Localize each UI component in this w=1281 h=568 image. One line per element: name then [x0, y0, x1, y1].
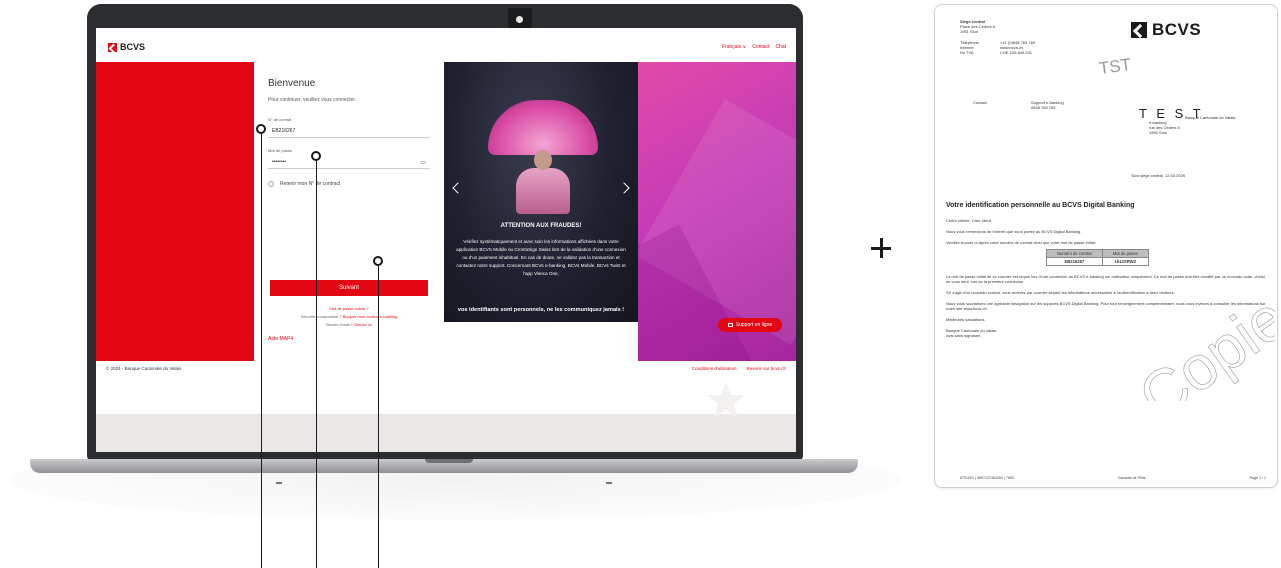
eye-icon[interactable] — [420, 161, 426, 164]
next-button[interactable]: Suivant — [270, 280, 428, 296]
password-value: •••••••• — [272, 159, 287, 165]
footer-links: Conditions d'utilisation Revenir sur bcv… — [692, 366, 786, 371]
letter-title: Votre identification personnelle au BCVS… — [946, 202, 1135, 209]
carousel-prev-icon[interactable] — [452, 182, 464, 194]
remember-label: Retenir mon N° de contract — [280, 181, 341, 187]
logo-text: BCVS — [120, 42, 146, 52]
callout-marker-submit — [373, 256, 383, 266]
camera-icon — [516, 16, 523, 23]
page-lower-band — [96, 414, 796, 452]
greeting: Chère cliente, Cher client, — [946, 218, 993, 223]
laptop-screen: BCVS Français ∨ Contact Chat Bienvenue P… — [96, 28, 796, 452]
letter-contact: Contact Support e-banking 0848 765 765 — [973, 100, 1111, 110]
back-to-site-link[interactable]: Revenir sur bcvs.ch — [746, 366, 786, 371]
block-contract-link[interactable]: Bloquer mon contrat e-banking — [343, 314, 398, 319]
carousel-next-icon[interactable] — [618, 182, 630, 194]
plus-icon — [871, 238, 891, 258]
login-form: Bienvenue Pour continuer, veuillez vous … — [254, 62, 444, 327]
login-title: Bienvenue — [268, 78, 316, 89]
letter-footer: 8701001 | 8897107484290 | 7850 Garantie … — [960, 476, 1266, 480]
contact-value: Support e-banking 0848 765 765 — [1031, 100, 1064, 110]
copie-watermark-text: Copie — [1127, 283, 1275, 401]
callout-line-contract — [261, 131, 262, 568]
promo-line-3: Concernant BCVs e-banking, BCVs Mobile, … — [506, 263, 626, 276]
bcvs-logo[interactable]: BCVS — [108, 42, 145, 52]
letter-sender: Siège central Place des Cèdres 8 1951 Si… — [960, 19, 995, 34]
promo-title: ATTENTION AUX FRAUDES! — [500, 223, 582, 229]
letter-date: Sion siège central, 12.03.2026 — [1131, 173, 1186, 178]
laptop-foot — [276, 482, 282, 484]
security-row: Sécurité compromise ? Bloquer mon contra… — [254, 313, 444, 321]
site-header: BCVS Français ∨ Contact Chat — [96, 28, 796, 62]
terms-link[interactable]: Conditions d'utilisation — [692, 366, 737, 371]
support-online-button[interactable]: Support en ligne — [718, 318, 782, 332]
letter-logo: BCVS — [1131, 20, 1201, 40]
recipient-address: Banque Cantonale du Valais — [1185, 115, 1235, 120]
support-label: Support en ligne — [735, 322, 773, 328]
language-selector[interactable]: Français ∨ — [722, 44, 746, 50]
laptop-notch — [425, 459, 473, 463]
security-prefix: Sécurité compromise ? — [300, 314, 342, 319]
contact-label: Contact — [973, 100, 987, 105]
laptop-base — [30, 459, 858, 473]
bcvs-logo-icon — [1131, 22, 1147, 38]
recipient-address-rest: e-banking rue des Cèdres 8 1950 Sion — [1149, 120, 1180, 135]
contact-value: CHE-105.845.241 — [1000, 50, 1033, 55]
help-bar-label: Aide MAP4 — [268, 336, 294, 342]
camera-notch — [508, 8, 532, 30]
remember-checkbox[interactable] — [268, 181, 274, 187]
umbrella-image — [488, 100, 598, 155]
contact-key: No TVA — [960, 50, 974, 55]
password-input[interactable]: •••••••• — [268, 157, 430, 169]
callout-marker-contract — [256, 124, 266, 134]
chat-link[interactable]: Chat — [775, 44, 786, 50]
letter-logo-text: BCVS — [1152, 20, 1202, 39]
woman-head — [534, 150, 552, 170]
paragraph: Nous vous remercions de l'intérêt que vo… — [946, 229, 1082, 234]
forgot-password-link[interactable]: Mot de passe oublié ? — [254, 305, 444, 313]
pink-side-panel — [638, 62, 796, 361]
star-icon — [707, 382, 745, 418]
sender-contact-table: Téléphone +41 (0)848 765 765 Internet www.… — [960, 40, 1080, 55]
promo-highlight: vos identifiants sont personnels, ne les… — [457, 307, 625, 313]
promo-text: Vérifiez systématiquement et avec soin l… — [456, 238, 626, 278]
tst-stamp: TST — [1097, 54, 1133, 79]
footer-page: Page 1 / 1 — [1249, 476, 1266, 480]
laptop-foot — [606, 482, 612, 484]
bcvs-logo-icon — [108, 42, 117, 52]
remember-contract-row[interactable]: Retenir mon N° de contract — [268, 181, 430, 187]
fraud-warning-carousel: ATTENTION AUX FRAUDES! Vérifiez systémat… — [444, 62, 638, 322]
top-links: Français ∨ Contact Chat — [722, 44, 786, 50]
callout-line-password — [316, 158, 317, 568]
red-side-panel — [96, 62, 254, 361]
copie-watermark: Copie — [1127, 283, 1275, 401]
sender-line: 1951 Sion — [960, 29, 979, 34]
footer-ref: 8701001 | 8897107484290 | 7850 — [960, 476, 1014, 480]
callout-marker-password — [311, 151, 321, 161]
address-line: Banque Cantonale du Valais — [1185, 115, 1236, 120]
woman-figure — [516, 168, 570, 214]
contract-input[interactable]: EB216267 — [268, 126, 430, 138]
address-line: 1950 Sion — [1149, 130, 1168, 135]
contact-link[interactable]: Contact — [752, 44, 769, 50]
footer-guarantee: Garantie de l'Etat — [1117, 476, 1146, 480]
callout-line-submit — [378, 264, 379, 568]
chat-icon — [727, 323, 733, 327]
help-bar[interactable]: → Aide MAP4 — [254, 326, 638, 352]
copyright: © 2024 - Banque Cantonale du Valais — [106, 366, 182, 371]
contract-label: N° de contrat — [268, 117, 292, 122]
login-subtitle: Pour continuer, veuillez vous connecter. — [268, 97, 357, 103]
password-label: Mot de passe — [268, 148, 293, 153]
login-letter-document: Siège central Place des Cèdres 8 1951 Si… — [934, 4, 1278, 488]
site-footer: © 2024 - Banque Cantonale du Valais Cond… — [96, 361, 796, 377]
